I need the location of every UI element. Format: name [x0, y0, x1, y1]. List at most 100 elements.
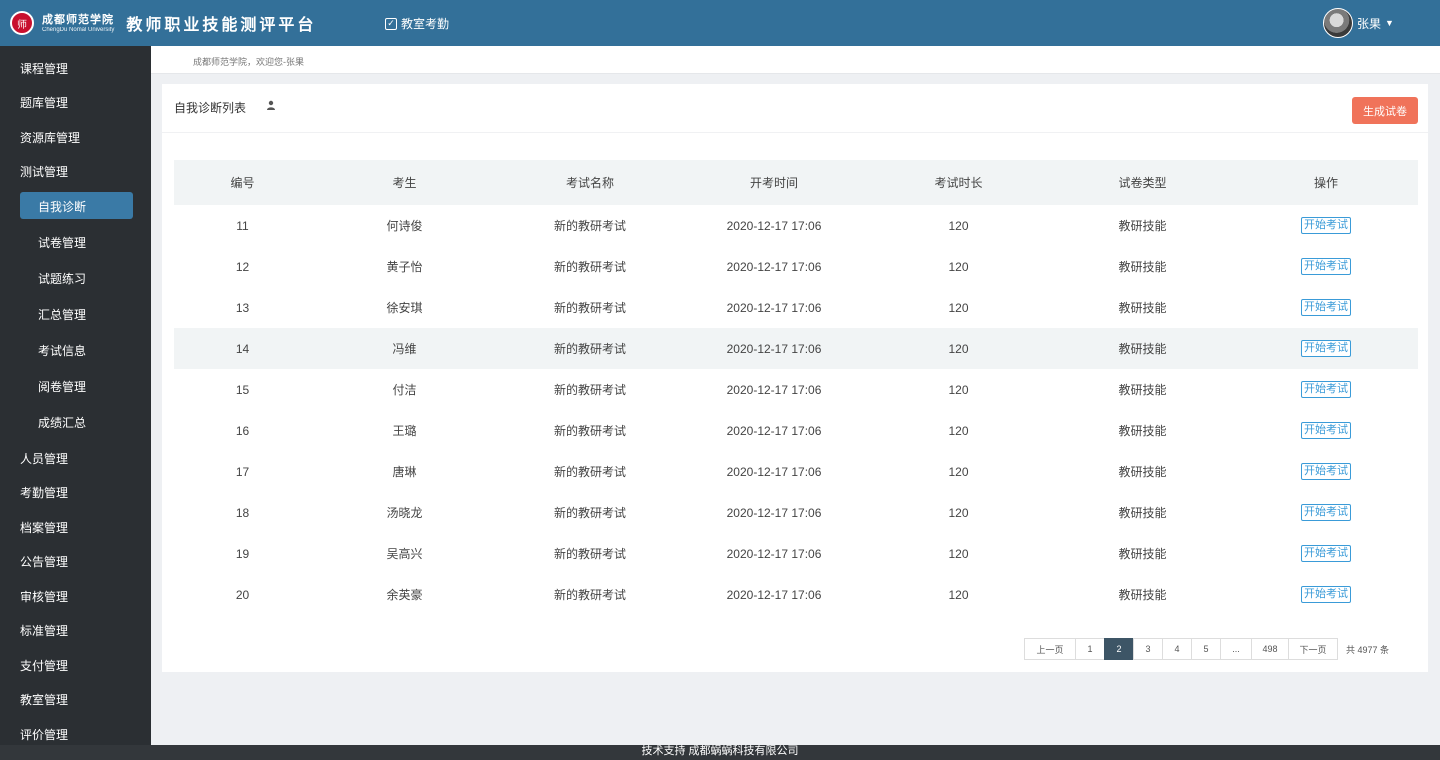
cell-exam-name: 新的教研考试	[553, 383, 626, 397]
avatar	[1323, 8, 1353, 38]
cell-examinee: 王璐	[392, 424, 417, 438]
start-exam-button[interactable]: 开始考试	[1301, 340, 1351, 357]
sidebar-item-archive[interactable]: 档案管理	[20, 519, 68, 536]
person-icon	[267, 100, 275, 110]
cell-start-time: 2020-12-17 17:06	[726, 546, 822, 561]
platform-title: 教师职业技能测评平台	[126, 15, 317, 34]
cell-duration: 120	[948, 259, 969, 274]
start-exam-button[interactable]: 开始考试	[1301, 381, 1351, 398]
cell-start-time: 2020-12-17 17:06	[726, 423, 822, 438]
cell-exam-name: 新的教研考试	[553, 506, 626, 520]
cell-paper-type: 教研技能	[1118, 342, 1167, 356]
logo[interactable]: 师 成都师范学院 ChengDu Nomal University 教师职业技能…	[10, 0, 316, 46]
cell-paper-type: 教研技能	[1118, 547, 1167, 561]
sidebar-subitem-scores[interactable]: 成绩汇总	[38, 414, 86, 431]
sidebar-subitem-summary[interactable]: 汇总管理	[38, 306, 86, 323]
sidebar-item-course[interactable]: 课程管理	[20, 60, 68, 77]
cell-examinee: 黄子怡	[386, 260, 423, 274]
col-header-paper-type: 试卷类型	[1118, 176, 1167, 190]
cell-exam-name: 新的教研考试	[553, 424, 626, 438]
table-row: 19 吴高兴 新的教研考试 2020-12-17 17:06 120 教研技能 …	[174, 533, 1418, 574]
cell-exam-name: 新的教研考试	[553, 588, 626, 602]
sidebar-item-payment[interactable]: 支付管理	[20, 657, 68, 674]
start-exam-button[interactable]: 开始考试	[1301, 586, 1351, 603]
pagination-page-last[interactable]: 498	[1251, 638, 1289, 660]
sidebar-subitem-exam-info[interactable]: 考试信息	[38, 342, 86, 359]
sidebar-item-testing[interactable]: 测试管理	[20, 163, 68, 180]
cell-id: 16	[235, 423, 250, 438]
start-exam-button[interactable]: 开始考试	[1301, 545, 1351, 562]
sidebar-item-question-bank[interactable]: 题库管理	[20, 94, 68, 111]
top-header: 师 成都师范学院 ChengDu Nomal University 教师职业技能…	[0, 0, 1440, 46]
cell-id: 20	[235, 587, 250, 602]
cell-examinee: 付洁	[392, 383, 417, 397]
diagnosis-table: 编号 考生 考试名称 开考时间 考试时长 试卷类型 操作 11 何诗俊 新的教研…	[174, 160, 1418, 615]
start-exam-button[interactable]: 开始考试	[1301, 463, 1351, 480]
pagination: 上一页 1 2 3 4 5 ... 498 下一页 共 4977 条	[1024, 638, 1389, 660]
pagination-prev-button[interactable]: 上一页	[1024, 638, 1076, 660]
sidebar-subitem-grading[interactable]: 阅卷管理	[38, 378, 86, 395]
sidebar-subitem-practice[interactable]: 试题练习	[38, 270, 86, 287]
table-row: 11 何诗俊 新的教研考试 2020-12-17 17:06 120 教研技能 …	[174, 205, 1418, 246]
sidebar-subitem-paper[interactable]: 试卷管理	[38, 234, 86, 251]
cell-start-time: 2020-12-17 17:06	[726, 587, 822, 602]
cell-paper-type: 教研技能	[1118, 424, 1167, 438]
pagination-page-2-current[interactable]: 2	[1104, 638, 1134, 660]
cell-paper-type: 教研技能	[1118, 260, 1167, 274]
cell-examinee: 汤晓龙	[386, 506, 423, 520]
cell-start-time: 2020-12-17 17:06	[726, 341, 822, 356]
cell-action: 开始考试	[1234, 574, 1418, 615]
cell-duration: 120	[948, 546, 969, 561]
start-exam-button[interactable]: 开始考试	[1301, 504, 1351, 521]
university-name-cn: 成都师范学院	[42, 12, 114, 26]
cell-action: 开始考试	[1234, 410, 1418, 451]
cell-duration: 120	[948, 464, 969, 479]
sidebar-item-announcement[interactable]: 公告管理	[20, 553, 68, 570]
pagination-next-button[interactable]: 下一页	[1288, 638, 1338, 660]
start-exam-button[interactable]: 开始考试	[1301, 258, 1351, 275]
cell-paper-type: 教研技能	[1118, 588, 1167, 602]
pagination-page-1[interactable]: 1	[1075, 638, 1105, 660]
user-menu[interactable]: 张果 ▼	[1323, 8, 1394, 38]
generate-paper-button[interactable]: 生成试卷	[1352, 97, 1418, 124]
cell-id: 15	[235, 382, 250, 397]
cell-id: 12	[235, 259, 250, 274]
cell-start-time: 2020-12-17 17:06	[726, 505, 822, 520]
col-header-id: 编号	[230, 176, 255, 190]
sidebar-item-attendance[interactable]: 考勤管理	[20, 484, 68, 501]
sidebar-item-resources[interactable]: 资源库管理	[20, 129, 80, 146]
cell-duration: 120	[948, 587, 969, 602]
table-row: 17 唐琳 新的教研考试 2020-12-17 17:06 120 教研技能 开…	[174, 451, 1418, 492]
sidebar-item-evaluation[interactable]: 评价管理	[20, 726, 68, 743]
start-exam-button[interactable]: 开始考试	[1301, 299, 1351, 316]
cell-id: 19	[235, 546, 250, 561]
cell-exam-name: 新的教研考试	[553, 342, 626, 356]
cell-duration: 120	[948, 423, 969, 438]
table-row: 14 冯维 新的教研考试 2020-12-17 17:06 120 教研技能 开…	[174, 328, 1418, 369]
start-exam-button[interactable]: 开始考试	[1301, 217, 1351, 234]
cell-exam-name: 新的教研考试	[553, 301, 626, 315]
sidebar-item-review[interactable]: 审核管理	[20, 588, 68, 605]
sidebar-item-classroom[interactable]: 教室管理	[20, 691, 68, 708]
cell-start-time: 2020-12-17 17:06	[726, 259, 822, 274]
nav-classroom-attendance-label: 教室考勤	[401, 17, 450, 31]
start-exam-button[interactable]: 开始考试	[1301, 422, 1351, 439]
cell-id: 17	[235, 464, 250, 479]
cell-paper-type: 教研技能	[1118, 383, 1167, 397]
university-name: 成都师范学院 ChengDu Nomal University	[42, 14, 114, 33]
pagination-page-5[interactable]: 5	[1191, 638, 1221, 660]
checkbox-icon: ✓	[385, 17, 397, 30]
sidebar-subitem-self-diagnosis[interactable]: 自我诊断	[38, 198, 86, 215]
sidebar-item-standard[interactable]: 标准管理	[20, 622, 68, 639]
sidebar-item-personnel[interactable]: 人员管理	[20, 450, 68, 467]
cell-start-time: 2020-12-17 17:06	[726, 464, 822, 479]
nav-classroom-attendance[interactable]: ✓ 教室考勤	[385, 15, 449, 32]
table-row: 20 余英豪 新的教研考试 2020-12-17 17:06 120 教研技能 …	[174, 574, 1418, 615]
cell-examinee: 冯维	[392, 342, 417, 356]
pagination-page-3[interactable]: 3	[1133, 638, 1163, 660]
cell-id: 18	[235, 505, 250, 520]
pagination-page-4[interactable]: 4	[1162, 638, 1192, 660]
table-header-row: 编号 考生 考试名称 开考时间 考试时长 试卷类型 操作	[174, 160, 1418, 205]
table-row: 16 王璐 新的教研考试 2020-12-17 17:06 120 教研技能 开…	[174, 410, 1418, 451]
cell-examinee: 吴高兴	[386, 547, 423, 561]
